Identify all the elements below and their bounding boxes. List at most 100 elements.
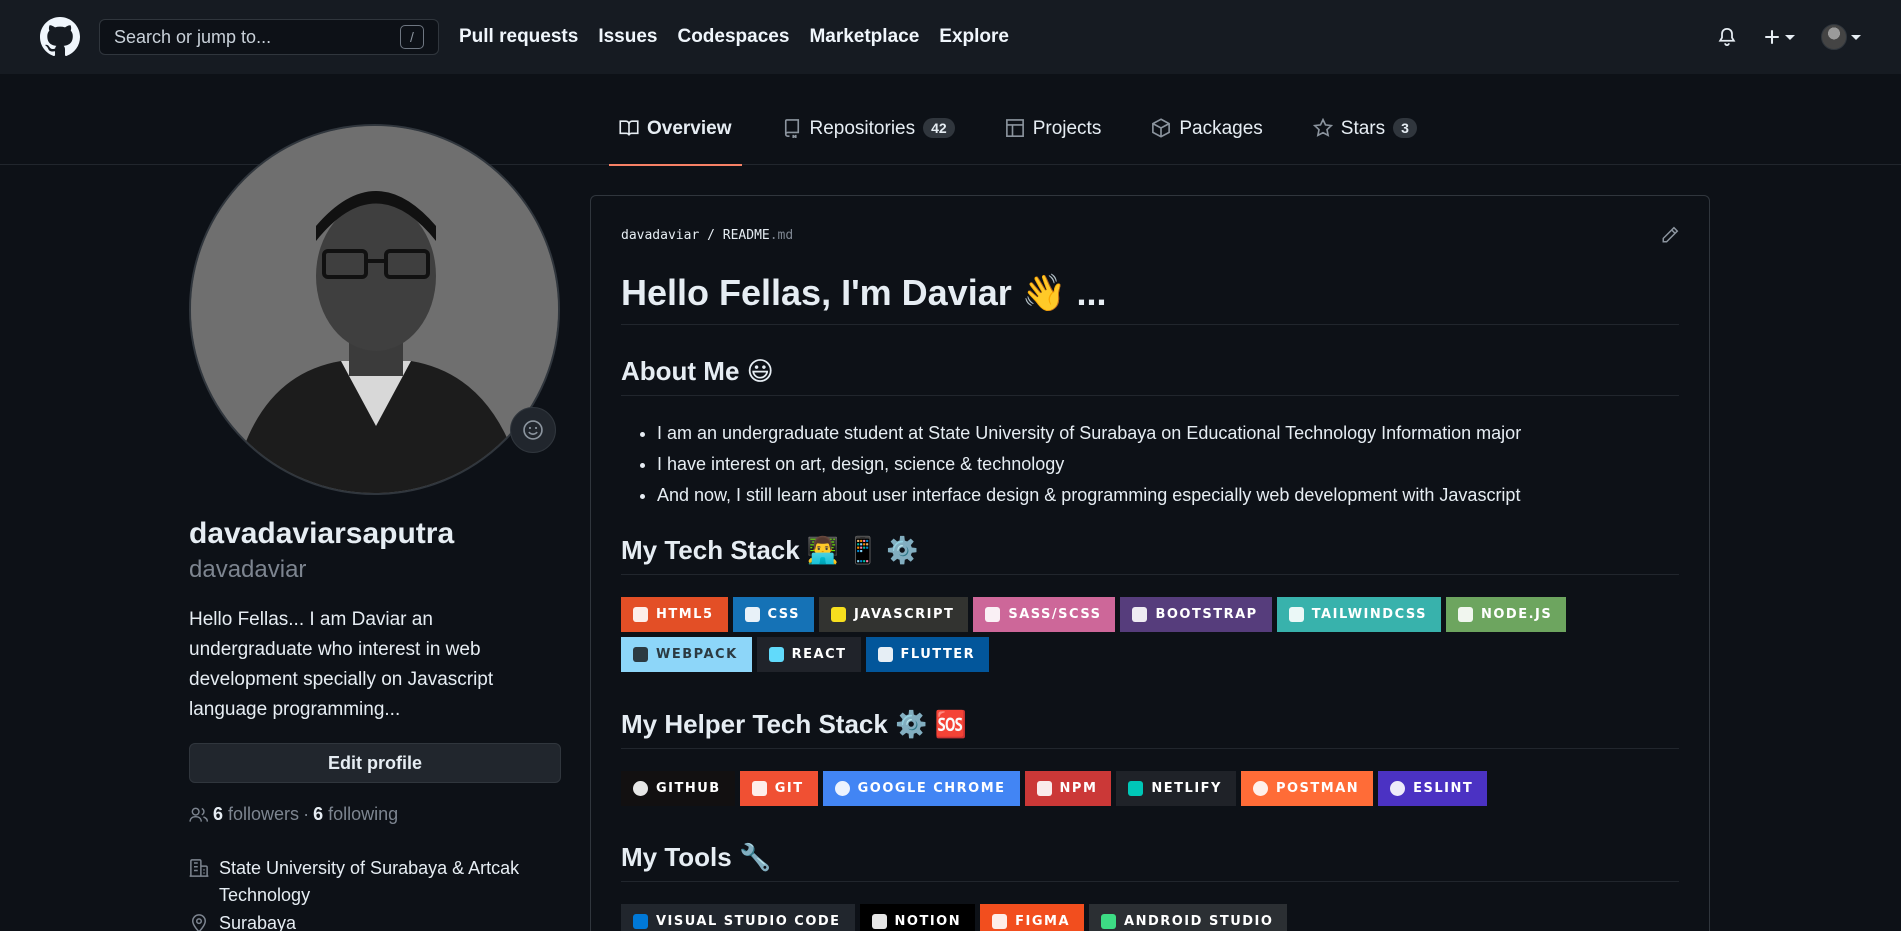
profile-organization: State University of Surabaya & Artcak Te… — [189, 855, 561, 909]
react-icon — [768, 647, 784, 662]
organization-text: State University of Surabaya & Artcak Te… — [219, 858, 520, 905]
badge-label: WEBPACK — [656, 647, 738, 662]
badge-css[interactable]: CSS — [732, 597, 814, 632]
figma-icon — [992, 914, 1008, 929]
tools-badges: VISUAL STUDIO CODE NOTION FIGMA ANDROID … — [621, 904, 1679, 931]
search-input[interactable]: Search or jump to... / — [99, 19, 439, 55]
badge-vscode[interactable]: VISUAL STUDIO CODE — [621, 904, 855, 931]
badge-google-chrome[interactable]: GOOGLE CHROME — [822, 771, 1020, 806]
people-icon — [189, 807, 209, 822]
profile-photo — [191, 126, 558, 493]
badge-label: FLUTTER — [900, 647, 976, 662]
nav-issues[interactable]: Issues — [598, 26, 657, 48]
badge-npm[interactable]: NPM — [1024, 771, 1112, 806]
about-me-list: I am an undergraduate student at State U… — [657, 418, 1521, 511]
badge-label: NODE.JS — [1481, 607, 1553, 622]
badge-label: FIGMA — [1015, 914, 1071, 929]
vscode-icon — [633, 914, 648, 929]
tab-label: Packages — [1179, 118, 1263, 139]
badge-tailwindcss[interactable]: TAILWINDCSS — [1276, 597, 1441, 632]
nav-explore[interactable]: Explore — [939, 26, 1009, 48]
profile-username: davadaviar — [189, 556, 307, 583]
badge-label: GOOGLE CHROME — [857, 781, 1006, 796]
helper-tech-stack-badges: GITHUB GIT GOOGLE CHROME NPM NETLIFY POS… — [621, 771, 1679, 806]
tab-packages[interactable]: Packages — [1141, 118, 1272, 165]
badge-postman[interactable]: POSTMAN — [1240, 771, 1374, 806]
repo-icon — [784, 119, 799, 138]
readme-path: davadaviar / README.md — [621, 228, 794, 243]
search-placeholder: Search or jump to... — [114, 26, 272, 47]
readme-owner-link[interactable]: davadaviar — [621, 228, 699, 243]
nav-codespaces[interactable]: Codespaces — [677, 26, 789, 48]
netlify-icon — [1128, 781, 1144, 796]
badge-html5[interactable]: HTML5 — [621, 597, 728, 632]
badge-sass[interactable]: SASS/SCSS — [973, 597, 1116, 632]
badge-label: HTML5 — [656, 607, 714, 622]
badge-github[interactable]: GITHUB — [621, 771, 735, 806]
flutter-icon — [877, 647, 893, 662]
git-icon — [751, 781, 767, 796]
badge-webpack[interactable]: WEBPACK — [621, 637, 752, 672]
github-logo-icon[interactable] — [38, 15, 82, 59]
avatar — [1821, 24, 1847, 50]
nav-marketplace[interactable]: Marketplace — [809, 26, 919, 48]
tech-stack-badges: HTML5 CSS JAVASCRIPT SASS/SCSS BOOTSTRAP… — [621, 597, 1679, 672]
tools-heading: My Tools 🔧 — [621, 842, 1679, 882]
set-status-button[interactable] — [510, 407, 556, 453]
edit-profile-button[interactable]: Edit profile — [189, 743, 561, 783]
notion-icon — [871, 914, 887, 929]
badge-label: SASS/SCSS — [1008, 607, 1102, 622]
bell-icon[interactable] — [1717, 27, 1737, 47]
following-link[interactable]: 6 following — [313, 804, 398, 825]
badge-react[interactable]: REACT — [756, 637, 861, 672]
plus-icon — [1765, 30, 1779, 44]
profile-readme: davadaviar / README.md Hello Fellas, I'm… — [590, 195, 1710, 931]
badge-label: POSTMAN — [1275, 781, 1360, 796]
tab-repositories[interactable]: Repositories 42 — [772, 118, 965, 165]
tab-label: Repositories — [809, 118, 916, 139]
badge-git[interactable]: GIT — [739, 771, 818, 806]
badge-notion[interactable]: NOTION — [859, 904, 976, 931]
list-item: I am an undergraduate student at State U… — [657, 418, 1521, 449]
nav-pull-requests[interactable]: Pull requests — [459, 26, 578, 48]
tab-overview[interactable]: Overview — [609, 118, 742, 166]
profile-bio: Hello Fellas... I am Daviar an undergrad… — [189, 609, 494, 720]
location-text: Surabaya — [219, 913, 297, 931]
badge-label: NPM — [1059, 781, 1098, 796]
followers-link[interactable]: 6 followers — [213, 804, 299, 825]
badge-nodejs[interactable]: NODE.JS — [1446, 597, 1567, 632]
npm-icon — [1036, 781, 1052, 796]
tech-stack-heading: My Tech Stack 👨‍💻 📱 ⚙️ — [621, 535, 1679, 575]
badge-figma[interactable]: FIGMA — [980, 904, 1085, 931]
list-item: And now, I still learn about user interf… — [657, 480, 1521, 511]
eslint-icon — [1390, 781, 1406, 796]
profile-location: Surabaya — [189, 913, 296, 931]
book-icon — [619, 120, 639, 136]
tab-projects[interactable]: Projects — [995, 118, 1112, 165]
badge-android-studio[interactable]: ANDROID STUDIO — [1089, 904, 1288, 931]
list-item: I have interest on art, design, science … — [657, 449, 1521, 480]
tab-stars[interactable]: Stars 3 — [1303, 118, 1427, 165]
badge-netlify[interactable]: NETLIFY — [1116, 771, 1236, 806]
html5-icon — [633, 607, 648, 622]
package-icon — [1152, 118, 1171, 138]
tailwind-icon — [1288, 607, 1304, 622]
user-menu[interactable] — [1821, 24, 1861, 50]
badge-eslint[interactable]: ESLINT — [1378, 771, 1488, 806]
badge-label: NETLIFY — [1151, 781, 1222, 796]
profile-avatar[interactable] — [189, 124, 560, 495]
edit-readme-button[interactable] — [1661, 226, 1679, 249]
following-count: 6 — [313, 804, 324, 824]
chevron-down-icon — [1785, 34, 1795, 40]
create-new-menu[interactable] — [1763, 28, 1795, 46]
badge-label: ESLINT — [1413, 781, 1474, 796]
badge-javascript[interactable]: JAVASCRIPT — [818, 597, 969, 632]
readme-file-link[interactable]: README.md — [723, 228, 793, 243]
readme-file-name: README — [722, 228, 770, 243]
badge-flutter[interactable]: FLUTTER — [865, 637, 990, 672]
badge-label: GITHUB — [656, 781, 721, 796]
badge-label: REACT — [791, 647, 847, 662]
badge-label: TAILWINDCSS — [1311, 607, 1427, 622]
badge-bootstrap[interactable]: BOOTSTRAP — [1120, 597, 1272, 632]
followers-label: followers — [228, 804, 300, 824]
